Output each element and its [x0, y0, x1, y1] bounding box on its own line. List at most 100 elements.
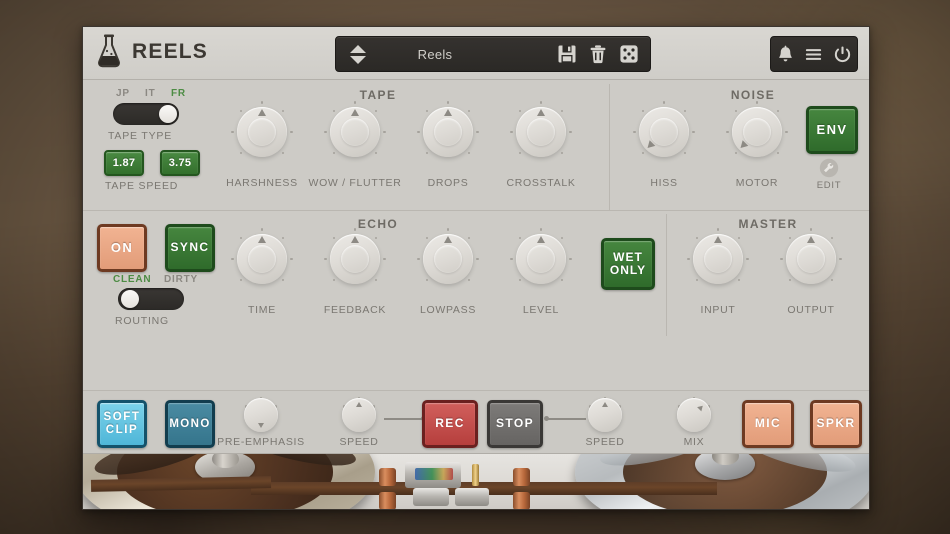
knob-crosstalk[interactable]: [510, 101, 572, 163]
knob-scale-dot: [374, 109, 378, 113]
knob-speed-output[interactable]: [587, 397, 623, 433]
tape-type-option-jp[interactable]: JP: [116, 88, 130, 99]
routing-label: ROUTING: [115, 315, 170, 327]
section-title-tape: TAPE: [359, 88, 397, 102]
knob-scale-dot: [518, 278, 522, 282]
knob-scale-dot: [374, 278, 378, 282]
knob-pointer: [807, 236, 815, 244]
knob-scale-dot: [446, 101, 450, 104]
knob-pre-emphasis[interactable]: [243, 397, 279, 433]
knob-scale-dot: [324, 257, 327, 261]
mono-button-label: MONO: [169, 417, 211, 430]
knob-lowpass[interactable]: [417, 228, 479, 290]
bell-icon[interactable]: [776, 45, 795, 64]
knob-crosstalk-label: CROSSTALK: [506, 177, 576, 189]
preset-bar[interactable]: Reels: [335, 36, 651, 72]
chevron-down-icon[interactable]: [350, 55, 366, 64]
rec-button-label: REC: [435, 416, 465, 431]
knob-speed-input[interactable]: [341, 397, 377, 433]
knob-scale-dot: [726, 130, 729, 134]
knob-drops[interactable]: [417, 101, 479, 163]
knob-scale-dot: [788, 278, 792, 282]
head-wiring: [415, 468, 453, 480]
knob-scale-dot: [332, 236, 336, 240]
tape-machine-artwork: [83, 454, 869, 509]
tape-type-thumb[interactable]: [159, 105, 177, 123]
tape-type-option-it[interactable]: IT: [145, 88, 156, 99]
knob-harshness[interactable]: [231, 101, 293, 163]
preset-name[interactable]: Reels: [373, 47, 557, 62]
knob-scale-dot: [239, 278, 243, 282]
knob-wow-flutter[interactable]: [324, 101, 386, 163]
chevron-up-icon[interactable]: [350, 44, 366, 53]
divider-echo-master: [666, 214, 667, 336]
knob-output[interactable]: [780, 228, 842, 290]
knob-mix[interactable]: [676, 397, 712, 433]
preset-stepper[interactable]: [343, 44, 373, 64]
power-icon[interactable]: [833, 45, 852, 64]
knob-scale-dot: [560, 278, 564, 282]
knob-scale-dot: [332, 109, 336, 113]
knob-pointer: [537, 236, 545, 244]
knob-pointer: [537, 109, 545, 117]
floppy-disk-icon[interactable]: [557, 44, 577, 64]
knob-scale-dot: [353, 228, 357, 231]
knob-scale-dot: [417, 257, 420, 261]
connector-stop-to-speed: [544, 416, 586, 422]
knob-scale-dot: [260, 228, 264, 231]
knob-time[interactable]: [231, 228, 293, 290]
knob-input[interactable]: [687, 228, 749, 290]
knob-wow-flutter-label: WOW / FLUTTER: [308, 177, 402, 189]
knob-scale-dot: [239, 151, 243, 155]
tape-speed-button-187-label: 1.87: [112, 156, 136, 169]
knob-scale-dot: [776, 151, 780, 155]
dice-icon[interactable]: [619, 44, 639, 64]
knob-scale-dot: [683, 151, 687, 155]
knob-harshness-label: HARSHNESS: [226, 177, 298, 189]
env-button[interactable]: ENV: [806, 106, 858, 154]
knob-body[interactable]: [677, 398, 711, 432]
knob-drops-label: DROPS: [427, 177, 469, 189]
knob-speed-output-label: SPEED: [585, 436, 625, 448]
stop-button[interactable]: STOP: [487, 400, 543, 448]
knob-scale-dot: [755, 101, 759, 104]
edit-button[interactable]: [819, 158, 839, 178]
mono-button[interactable]: MONO: [165, 400, 215, 448]
knob-level[interactable]: [510, 228, 572, 290]
echo-sync-button[interactable]: SYNC: [165, 224, 215, 272]
hamburger-menu-icon[interactable]: [804, 45, 823, 64]
tape-speed-button-375[interactable]: 3.75: [160, 150, 200, 176]
spkr-button[interactable]: SPKR: [810, 400, 862, 448]
knob-scale-dot: [467, 109, 471, 113]
knob-time-label: TIME: [248, 304, 276, 316]
mic-button[interactable]: MIC: [742, 400, 794, 448]
rec-button[interactable]: REC: [422, 400, 478, 448]
routing-option-dirty[interactable]: DIRTY: [164, 274, 198, 285]
knob-scale-dot: [281, 151, 285, 155]
echo-on-button[interactable]: ON: [97, 224, 147, 272]
knob-scale-dot: [383, 257, 386, 261]
edit-label: EDIT: [816, 180, 842, 191]
connector-speed-to-rec: [384, 416, 426, 422]
knob-scale-dot: [383, 130, 386, 134]
knob-pointer: [444, 236, 452, 244]
knob-scale-dot: [641, 151, 645, 155]
routing-option-clean[interactable]: CLEAN: [113, 274, 151, 285]
trash-icon[interactable]: [588, 44, 608, 64]
tape-speed-button-187[interactable]: 1.87: [104, 150, 144, 176]
knob-scale-dot: [692, 130, 695, 134]
knob-scale-dot: [332, 151, 336, 155]
tape-type-option-fr[interactable]: FR: [171, 88, 186, 99]
knob-hiss[interactable]: [633, 101, 695, 163]
knob-feedback[interactable]: [324, 228, 386, 290]
env-button-label: ENV: [816, 121, 848, 137]
knob-scale-dot: [281, 236, 285, 240]
knob-input-label: INPUT: [700, 304, 736, 316]
wet-only-button[interactable]: WET ONLY: [601, 238, 655, 290]
knob-motor[interactable]: [726, 101, 788, 163]
soft-clip-button[interactable]: SOFT CLIP: [97, 400, 147, 448]
knob-scale-dot: [260, 101, 264, 104]
record-head: [455, 488, 489, 506]
knob-scale-dot: [467, 278, 471, 282]
routing-thumb[interactable]: [121, 290, 139, 308]
